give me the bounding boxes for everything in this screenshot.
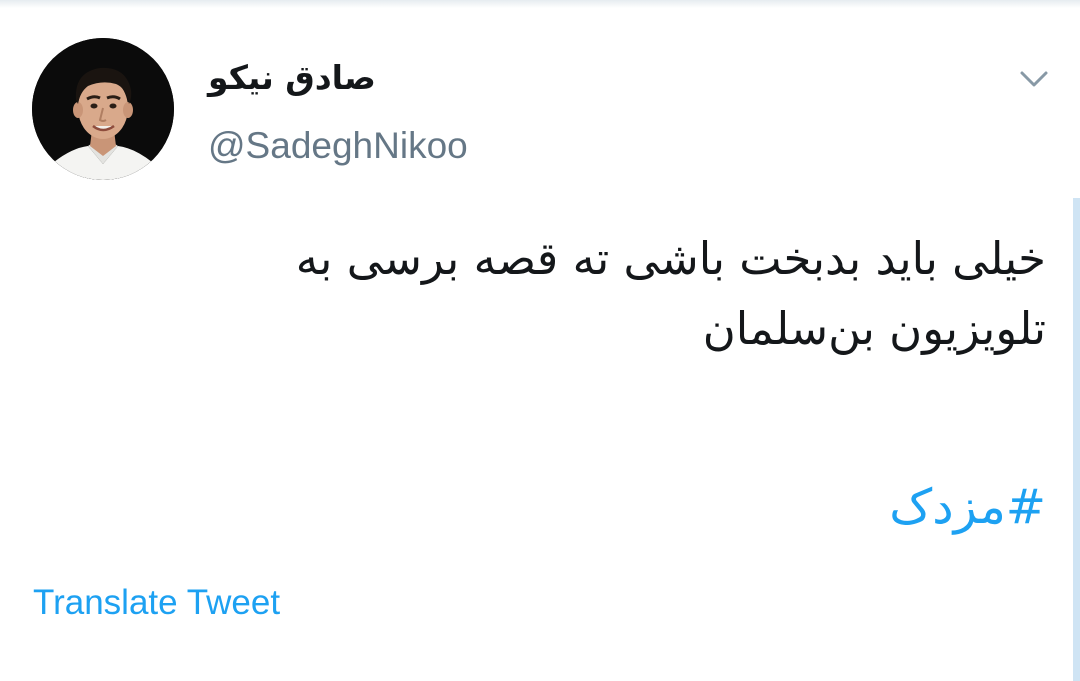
tweet-text-line-2: تلویزیون بن‌سلمان (702, 302, 1046, 355)
tweet-text-line-1: خیلی باید بدبخت باشی ته قصه برسی به (295, 232, 1046, 285)
hashtag-link[interactable]: #مزدک (889, 472, 1046, 542)
avatar-portrait (32, 38, 174, 180)
avatar[interactable] (32, 38, 174, 180)
translate-tweet-link[interactable]: Translate Tweet (33, 582, 280, 624)
chevron-down-icon[interactable] (1016, 64, 1052, 92)
scroll-edge-indicator (1073, 198, 1080, 681)
author-display-name[interactable]: صادق نیکو (208, 56, 376, 100)
top-divider (0, 0, 1080, 8)
tweet-text: خیلی باید بدبخت باشی ته قصه برسی به تلوی… (146, 224, 1046, 364)
author-handle[interactable]: @SadeghNikoo (208, 124, 468, 168)
